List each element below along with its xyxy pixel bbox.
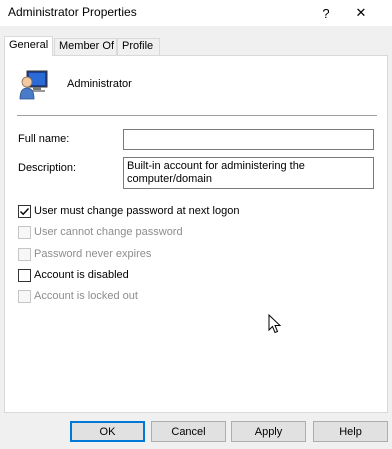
tab-profile[interactable]: Profile <box>117 38 160 55</box>
question-mark-icon: ? <box>322 5 330 21</box>
checkbox-account-locked-out: Account is locked out <box>18 289 138 303</box>
separator <box>17 115 377 116</box>
checkbox <box>18 289 31 303</box>
full-name-field[interactable] <box>123 129 374 150</box>
checkbox-label: User must change password at next logon <box>34 205 240 217</box>
checkbox-label: Account is locked out <box>34 290 138 302</box>
full-name-label: Full name: <box>18 133 70 145</box>
checkbox <box>18 247 31 261</box>
general-tab-panel: Administrator Full name: Description: Bu… <box>4 55 388 413</box>
tab-member-of[interactable]: Member Of <box>54 38 117 55</box>
checkbox-account-disabled[interactable]: Account is disabled <box>18 268 129 282</box>
cancel-button[interactable]: Cancel <box>151 421 226 442</box>
window-title: Administrator Properties <box>8 5 137 19</box>
checkbox-label: User cannot change password <box>34 226 183 238</box>
apply-button[interactable]: Apply <box>231 421 306 442</box>
user-name-label: Administrator <box>67 78 132 90</box>
tab-general[interactable]: General <box>4 36 53 56</box>
ok-button[interactable]: OK <box>70 421 145 442</box>
checkbox-must-change-password[interactable]: User must change password at next logon <box>18 204 239 218</box>
description-field[interactable]: Built-in account for administering the c… <box>123 157 374 189</box>
help-button[interactable]: Help <box>313 421 388 442</box>
checkbox-label: Password never expires <box>34 248 152 260</box>
title-bar: Administrator Properties ? ✕ <box>0 0 392 26</box>
checkbox[interactable] <box>18 268 31 282</box>
checkbox-cannot-change-password: User cannot change password <box>18 225 183 239</box>
user-account-icon <box>19 70 48 100</box>
checkmark-icon <box>20 207 30 215</box>
mouse-pointer-icon <box>268 314 282 334</box>
help-title-button[interactable]: ? <box>311 0 341 26</box>
description-label: Description: <box>18 162 77 174</box>
close-icon: ✕ <box>355 5 367 20</box>
checkbox[interactable] <box>18 204 31 218</box>
close-button[interactable]: ✕ <box>346 0 376 26</box>
checkbox <box>18 225 31 239</box>
checkbox-password-never-expires: Password never expires <box>18 247 151 261</box>
checkbox-label: Account is disabled <box>34 269 129 281</box>
